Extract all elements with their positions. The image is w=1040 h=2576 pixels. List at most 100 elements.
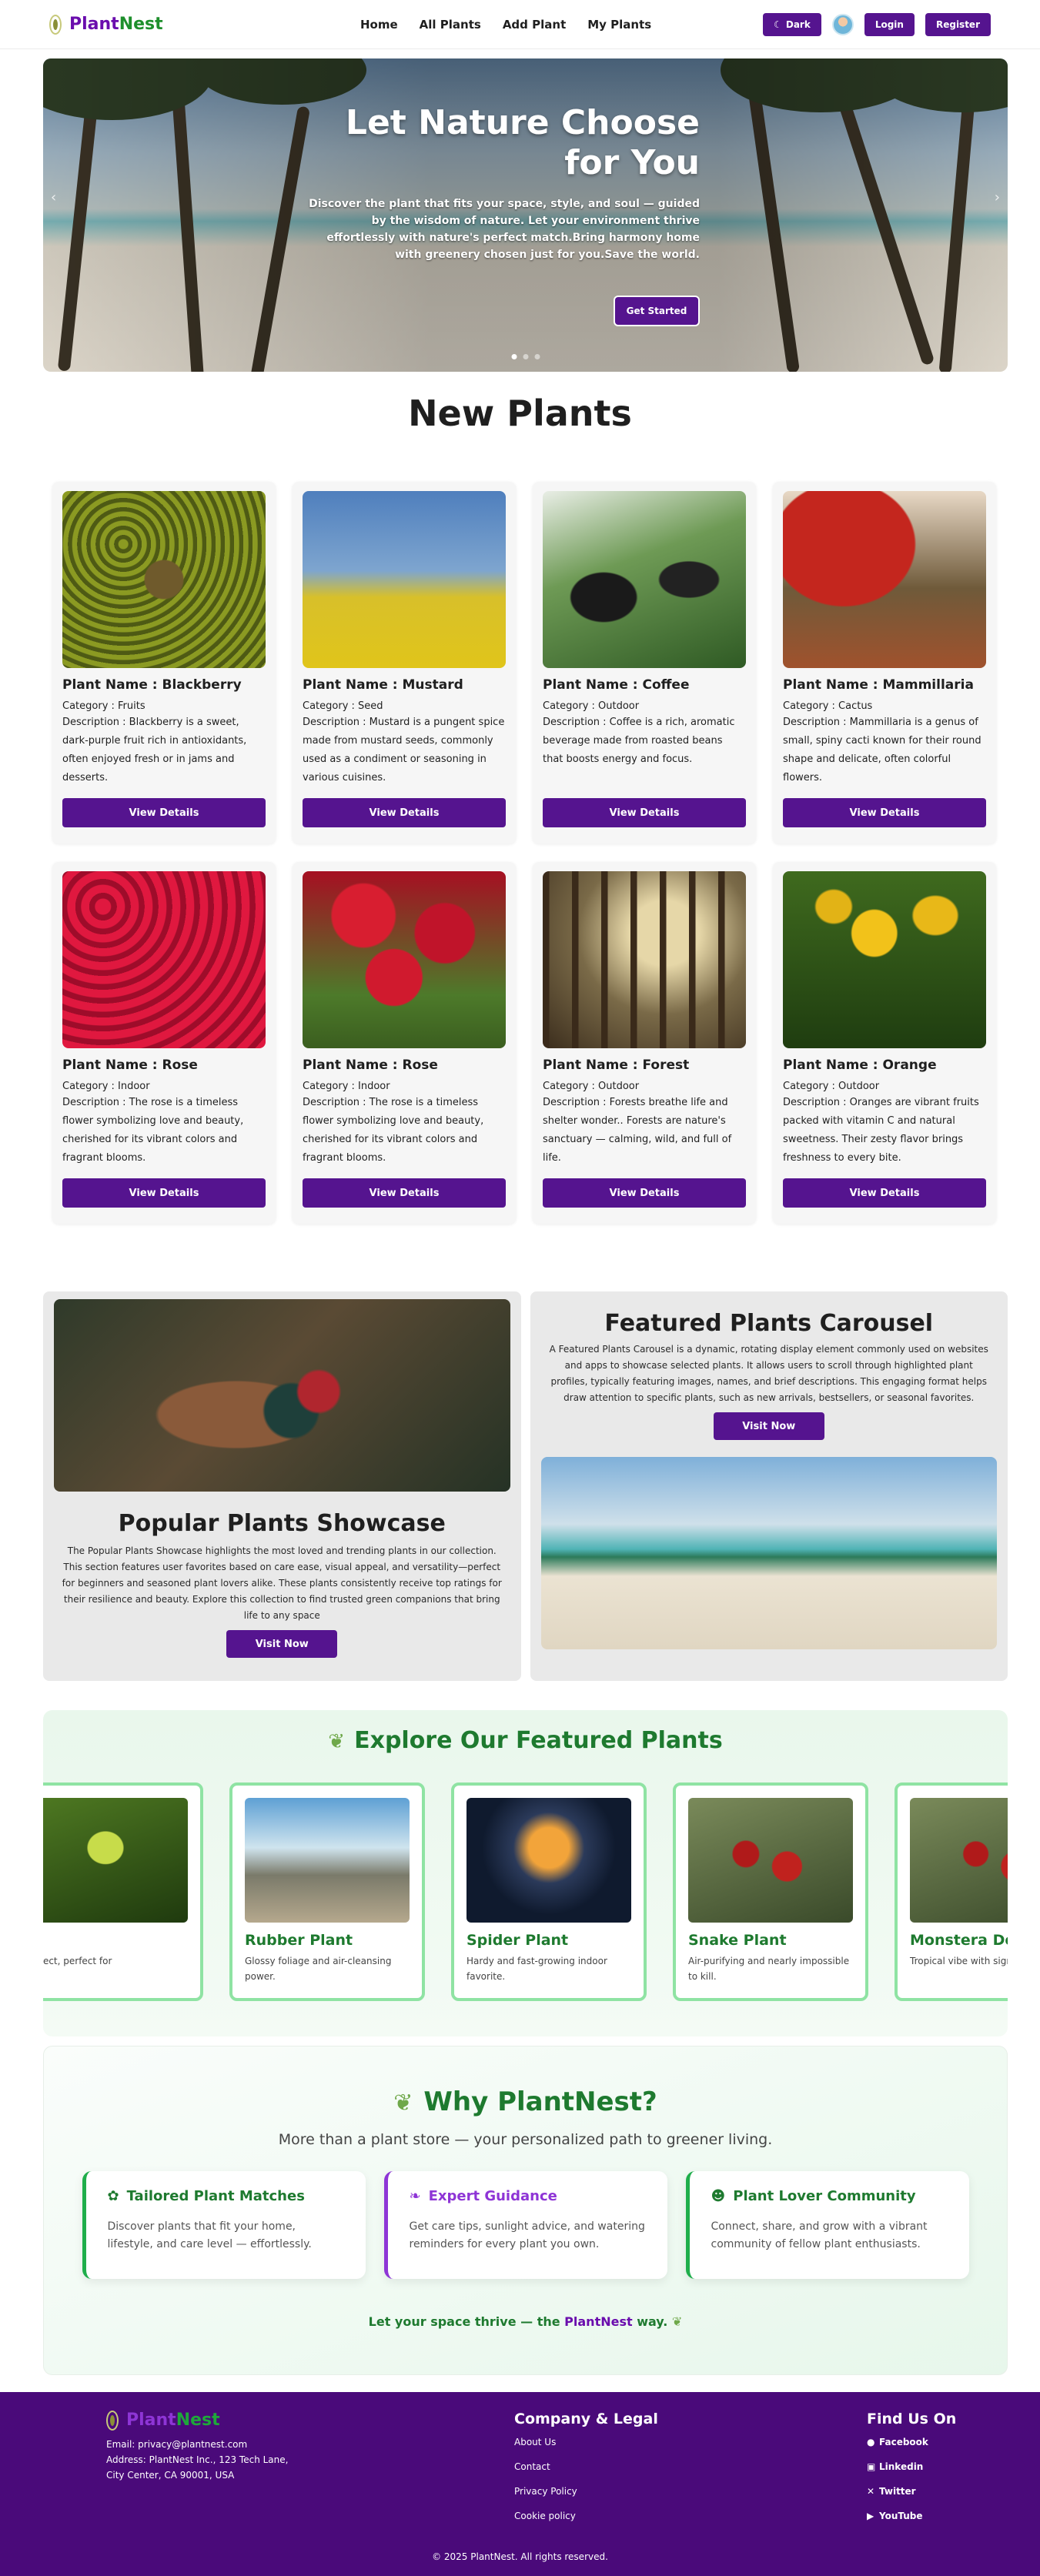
view-details-button[interactable]: View Details [543, 798, 746, 827]
social-twitter[interactable]: ✕ Twitter [867, 2486, 956, 2497]
hero-title: Let Nature Choose for You [345, 103, 700, 182]
footer-social: Find Us On ● Facebook ▣ Linkedin ✕ Twitter … [867, 2411, 956, 2535]
featured-card[interactable]: Snake Plant Air-purifying and nearly imp… [673, 1782, 868, 2001]
plant-category: Category : Outdoor [783, 1081, 880, 1092]
featured-card[interactable]: Monstera Deliciosa Tropical vibe with si… [895, 1782, 1008, 2001]
plant-card: Plant Name : Rose Category : Indoor Desc… [293, 862, 516, 1224]
hero-text: Discover the plant that fits your space,… [309, 198, 700, 261]
showcase-section: Popular Plants Showcase The Popular Plan… [43, 1291, 1008, 1681]
plant-card: Plant Name : Forest Category : Outdoor D… [533, 862, 756, 1224]
social-youtube[interactable]: ▶ YouTube [867, 2511, 956, 2521]
plant-name: Plant Name : Mustard [303, 677, 463, 693]
plant-description: Description : Oranges are vibrant fruits… [783, 1097, 979, 1164]
brand-part1: Plant [69, 15, 119, 34]
slider-dot[interactable] [534, 354, 540, 359]
footer-email: Email: privacy@plantnest.com [106, 2439, 248, 2450]
view-details-button[interactable]: View Details [783, 798, 986, 827]
footer-link-about[interactable]: About Us [514, 2437, 658, 2447]
why-tagline: Let your space thrive — the PlantNest wa… [44, 2314, 1007, 2329]
plant-card: Plant Name : Blackberry Category : Fruit… [52, 482, 276, 844]
moon-icon: ☾ [774, 18, 782, 30]
plant-name: Plant Name : Rose [62, 1057, 198, 1073]
copyright: © 2025 PlantNest. All rights reserved. [432, 2551, 608, 2562]
plant-name: Plant Name : Mammillaria [783, 677, 974, 693]
nav-links: Home All Plants Add Plant My Plants [360, 18, 651, 32]
tagline-brand: PlantNest [564, 2314, 633, 2329]
social-linkedin[interactable]: ▣ Linkedin [867, 2461, 956, 2472]
plant-name: Plant Name : Blackberry [62, 677, 242, 693]
why-card-title: Expert Guidance [428, 2188, 557, 2204]
plant-card: Plant Name : Mammillaria Category : Cact… [773, 482, 996, 844]
nav-my-plants[interactable]: My Plants [587, 18, 651, 32]
leaf-icon: ❦ [671, 2314, 683, 2329]
plant-card: Plant Name : Orange Category : Outdoor D… [773, 862, 996, 1224]
why-card-title: Plant Lover Community [733, 2188, 916, 2204]
footer-logo[interactable]: PlantNest [106, 2411, 306, 2431]
register-button[interactable]: Register [925, 12, 991, 36]
featured-card[interactable]: t neglect, perfect for [43, 1782, 203, 2001]
youtube-icon: ▶ [867, 2511, 874, 2521]
plant-category: Category : Indoor [303, 1081, 390, 1092]
why-card: ✿ Tailored Plant Matches Discover plants … [82, 2171, 366, 2279]
featured-carousel[interactable]: t neglect, perfect for Rubber Plant Glos… [43, 1782, 1008, 2001]
popular-plants-image [54, 1299, 510, 1492]
orange-image [783, 871, 986, 1048]
view-details-button[interactable]: View Details [62, 1178, 266, 1208]
why-title: Why PlantNest? [423, 2087, 657, 2117]
plant-category: Category : Outdoor [543, 700, 640, 712]
nav-all-plants[interactable]: All Plants [420, 18, 481, 32]
featured-name: Snake Plant [688, 1932, 787, 1949]
get-started-button[interactable]: Get Started [615, 297, 698, 325]
featured-card[interactable]: Spider Plant Hardy and fast-growing indo… [451, 1782, 647, 2001]
login-button[interactable]: Login [864, 12, 915, 36]
footer-link-contact[interactable]: Contact [514, 2461, 658, 2472]
facebook-icon: ● [867, 2437, 875, 2447]
plant-name: Plant Name : Orange [783, 1057, 937, 1073]
leaf-icon [49, 14, 62, 35]
chevron-left-icon[interactable]: ‹ [51, 189, 56, 205]
carousel-image [540, 1457, 997, 1649]
featured-card[interactable]: Rubber Plant Glossy foliage and air-clea… [229, 1782, 425, 2001]
slider-dot[interactable] [511, 354, 517, 359]
visit-now-button[interactable]: Visit Now [226, 1630, 338, 1658]
view-details-button[interactable]: View Details [303, 1178, 506, 1208]
featured-image [43, 1798, 188, 1923]
dark-label: Dark [785, 18, 811, 30]
featured-text: neglect, perfect for [43, 1956, 112, 1966]
featured-title: Explore Our Featured Plants [354, 1727, 723, 1754]
users-icon: ☻ [711, 2188, 726, 2204]
footer-company: Company & Legal About Us Contact Privacy… [514, 2411, 658, 2535]
plant-name: Plant Name : Rose [303, 1057, 438, 1073]
leaf-icon: ❦ [328, 1730, 346, 1753]
nav-home[interactable]: Home [360, 18, 398, 32]
slider-dots [511, 354, 540, 359]
footer-brand: PlantNest Email: privacy@plantnest.com A… [106, 2411, 306, 2483]
nav-actions: ☾ Dark Login Register [763, 12, 991, 36]
view-details-button[interactable]: View Details [543, 1178, 746, 1208]
nav-add-plant[interactable]: Add Plant [503, 18, 566, 32]
plant-category: Category : Seed [303, 700, 383, 712]
featured-image [245, 1798, 410, 1923]
avatar[interactable] [831, 13, 854, 35]
popular-title: Popular Plants Showcase [118, 1510, 446, 1537]
chevron-right-icon[interactable]: › [995, 189, 1000, 205]
visit-now-button[interactable]: Visit Now [713, 1412, 824, 1440]
seedling-icon: ✿ [107, 2188, 119, 2204]
slider-dot[interactable] [523, 354, 528, 359]
plant-card: Plant Name : Coffee Category : Outdoor D… [533, 482, 756, 844]
why-cards: ✿ Tailored Plant Matches Discover plants … [44, 2171, 1007, 2279]
view-details-button[interactable]: View Details [62, 798, 266, 827]
social-facebook[interactable]: ● Facebook [867, 2437, 956, 2447]
footer-link-privacy[interactable]: Privacy Policy [514, 2486, 658, 2497]
view-details-button[interactable]: View Details [303, 798, 506, 827]
why-section: ❦ Why PlantNest? More than a plant store … [43, 2046, 1008, 2375]
footer-link-cookie[interactable]: Cookie policy [514, 2511, 658, 2521]
coffee-image [543, 491, 746, 668]
view-details-button[interactable]: View Details [783, 1178, 986, 1208]
plant-category: Category : Indoor [62, 1081, 150, 1092]
logo[interactable]: PlantNest [49, 14, 163, 35]
dark-mode-toggle[interactable]: ☾ Dark [763, 12, 821, 36]
plant-grid: Plant Name : Blackberry Category : Fruit… [52, 482, 996, 1224]
why-card-title: Tailored Plant Matches [126, 2188, 305, 2204]
popular-showcase-panel: Popular Plants Showcase The Popular Plan… [43, 1291, 521, 1681]
